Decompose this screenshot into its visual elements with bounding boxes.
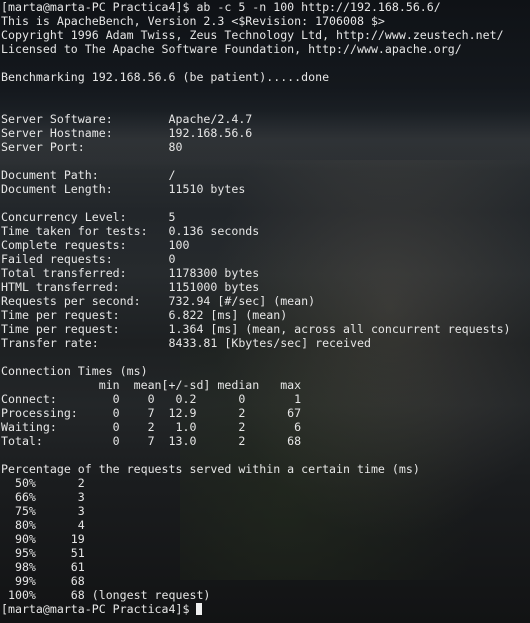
output-line: Total: 0 7 13.0 2 68	[1, 434, 302, 448]
output-line: This is ApacheBench, Version 2.3 <$Revis…	[1, 14, 385, 28]
output-line: Benchmarking 192.168.56.6 (be patient)..…	[1, 70, 330, 84]
output-line: Transfer rate: 8433.81 [Kbytes/sec] rece…	[1, 336, 371, 350]
output-line: Processing: 0 7 12.9 2 67	[1, 406, 302, 420]
output-line: Failed requests: 0	[1, 252, 176, 266]
output-line: Licensed to The Apache Software Foundati…	[1, 42, 462, 56]
output-line: Concurrency Level: 5	[1, 210, 176, 224]
output-line: Connection Times (ms)	[1, 364, 148, 378]
output-line: Server Software: Apache/2.4.7	[1, 112, 253, 126]
output-line: Time taken for tests: 0.136 seconds	[1, 224, 260, 238]
output-line: Document Path: /	[1, 168, 176, 182]
output-line: 66% 3	[1, 490, 85, 504]
command-line: [marta@marta-PC Practica4]$ ab -c 5 -n 1…	[1, 0, 441, 14]
output-line: 50% 2	[1, 476, 85, 490]
terminal-window[interactable]: [marta@marta-PC Practica4]$ ab -c 5 -n 1…	[0, 0, 530, 623]
output-line: Complete requests: 100	[1, 238, 190, 252]
output-line: Copyright 1996 Adam Twiss, Zeus Technolo…	[1, 28, 504, 42]
output-line: Time per request: 6.822 [ms] (mean)	[1, 308, 288, 322]
output-line: Total transferred: 1178300 bytes	[1, 266, 260, 280]
output-line: Server Hostname: 192.168.56.6	[1, 126, 253, 140]
output-line: Server Port: 80	[1, 140, 183, 154]
output-line: 80% 4	[1, 518, 85, 532]
output-line: 99% 68	[1, 574, 85, 588]
output-line: 75% 3	[1, 504, 85, 518]
output-line: Document Length: 11510 bytes	[1, 182, 246, 196]
shell-prompt: [marta@marta-PC Practica4]$	[1, 602, 197, 616]
output-line: 95% 51	[1, 546, 85, 560]
output-line: 98% 61	[1, 560, 85, 574]
output-line: Waiting: 0 2 1.0 2 6	[1, 420, 302, 434]
output-line: Connect: 0 0 0.2 0 1	[1, 392, 302, 406]
output-line: 100% 68 (longest request)	[1, 588, 211, 602]
output-line: min mean[+/-sd] median max	[1, 378, 302, 392]
output-line: 90% 19	[1, 532, 85, 546]
output-line: HTML transferred: 1151000 bytes	[1, 280, 260, 294]
output-line: Percentage of the requests served within…	[1, 462, 420, 476]
prompt-line[interactable]: [marta@marta-PC Practica4]$	[1, 602, 530, 616]
text-cursor	[196, 603, 203, 615]
output-line: Time per request: 1.364 [ms] (mean, acro…	[1, 322, 511, 336]
output-line: Requests per second: 732.94 [#/sec] (mea…	[1, 294, 316, 308]
